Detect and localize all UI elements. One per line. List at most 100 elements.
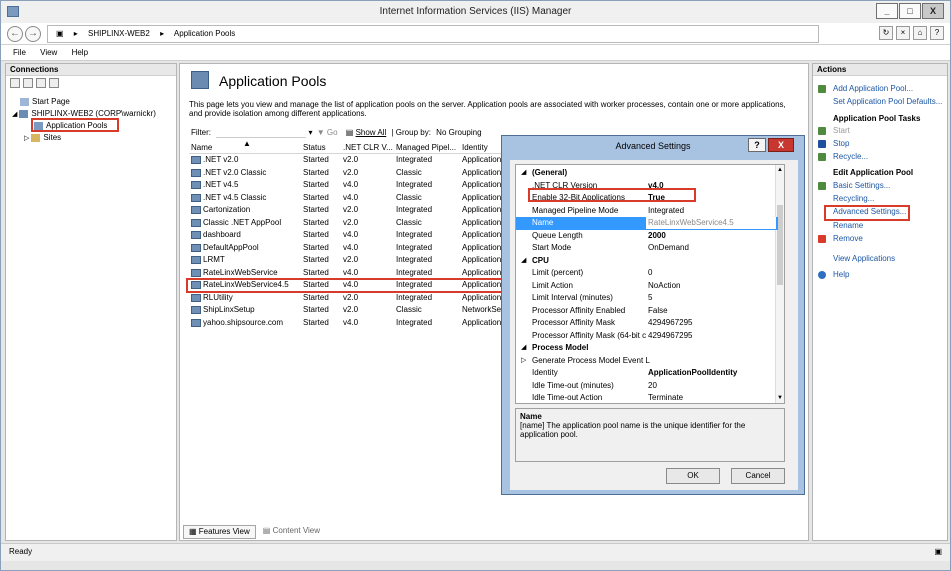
table-row[interactable]: dashboard Started v4.0 Integrated Applicatio… <box>189 229 503 241</box>
property-row[interactable]: Start Mode OnDemand <box>516 242 778 255</box>
col-pipeline[interactable]: Managed Pipel... <box>396 143 456 152</box>
table-row[interactable]: Cartonization Started v2.0 Integrated Applic… <box>189 204 503 216</box>
tree-item-start-page[interactable]: Start Page <box>20 96 70 107</box>
property-value[interactable]: Terminate <box>648 392 683 403</box>
breadcrumb-server[interactable]: SHIPLINX-WEB2 <box>88 29 150 38</box>
dialog-close-button[interactable]: X <box>768 138 794 152</box>
filter-dropdown-icon[interactable]: ▾ <box>308 128 312 137</box>
collapse-icon[interactable]: ◢ <box>12 111 17 118</box>
col-clr-version[interactable]: .NET CLR V... <box>343 143 393 152</box>
group-by-select[interactable]: No Grouping <box>436 128 481 137</box>
property-row[interactable]: Idle Time-out (minutes) 20 <box>516 380 778 393</box>
action-start[interactable]: Start <box>833 126 850 135</box>
property-value[interactable]: NoAction <box>648 280 680 292</box>
action-help[interactable]: Help <box>833 270 849 279</box>
property-row[interactable]: ▷ Generate Process Model Event L <box>516 355 778 368</box>
refresh-icon[interactable]: ↻ <box>879 26 893 40</box>
maximize-button[interactable]: □ <box>899 3 921 19</box>
folder-icon[interactable] <box>36 78 46 88</box>
action-stop[interactable]: Stop <box>833 139 849 148</box>
action-add-application-pool[interactable]: Add Application Pool... <box>833 84 913 93</box>
property-row[interactable]: Limit (percent) 0 <box>516 267 778 280</box>
ok-button[interactable]: OK <box>666 468 720 484</box>
property-row[interactable]: Processor Affinity Enabled False <box>516 305 778 318</box>
action-remove[interactable]: Remove <box>833 234 863 243</box>
go-button[interactable]: ▼ Go <box>317 128 338 137</box>
property-row[interactable]: Processor Affinity Mask (64-bit c 4294967… <box>516 330 778 343</box>
table-row[interactable]: RLUtility Started v2.0 Integrated Applicatio… <box>189 292 503 304</box>
cancel-button[interactable]: Cancel <box>731 468 785 484</box>
minimize-button[interactable]: _ <box>876 3 898 19</box>
action-rename[interactable]: Rename <box>833 221 863 230</box>
action-basic-settings[interactable]: Basic Settings... <box>833 181 890 190</box>
table-row[interactable]: RateLinxWebService Started v4.0 Integrated A… <box>189 267 503 279</box>
property-row[interactable]: Processor Affinity Mask 4294967295 <box>516 317 778 330</box>
property-row[interactable]: Managed Pipeline Mode Integrated <box>516 205 778 218</box>
property-row[interactable]: Queue Length 2000 <box>516 230 778 243</box>
dialog-help-button[interactable]: ? <box>748 138 766 152</box>
table-row[interactable]: ShipLinxSetup Started v2.0 Classic NetworkSe <box>189 304 503 316</box>
action-set-application-pool-defaults[interactable]: Set Application Pool Defaults... <box>833 97 942 106</box>
property-value[interactable]: RateLinxWebService4.5 <box>646 217 776 229</box>
stop-icon[interactable]: × <box>896 26 910 40</box>
table-row[interactable]: .NET v2.0 Classic Started v2.0 Classic Appli… <box>189 167 503 179</box>
collapse-icon[interactable]: ◢ <box>521 255 526 267</box>
disconnect-icon[interactable] <box>49 78 59 88</box>
property-category[interactable]: ◢ CPU <box>516 255 778 268</box>
menu-help[interactable]: Help <box>72 48 88 57</box>
collapse-icon[interactable]: ◢ <box>521 167 526 179</box>
collapse-icon[interactable]: ◢ <box>521 342 526 354</box>
property-category[interactable]: ◢ (General) <box>516 167 778 180</box>
property-value[interactable]: 4294967295 <box>648 317 693 329</box>
table-row[interactable]: DefaultAppPool Started v4.0 Integrated Appli… <box>189 242 503 254</box>
property-row[interactable]: Limit Action NoAction <box>516 280 778 293</box>
table-row[interactable]: .NET v2.0 Started v2.0 Integrated Applicatio… <box>189 154 503 166</box>
breadcrumb[interactable]: ▣ ▸ SHIPLINX-WEB2 ▸ Application Pools <box>47 25 819 43</box>
property-value[interactable]: OnDemand <box>648 242 689 254</box>
expand-icon[interactable]: ▷ <box>521 355 526 367</box>
menu-view[interactable]: View <box>40 48 57 57</box>
property-value[interactable]: False <box>648 305 668 317</box>
property-value[interactable]: Integrated <box>648 205 684 217</box>
property-value[interactable]: ApplicationPoolIdentity <box>648 367 737 379</box>
expand-icon[interactable]: ▷ <box>24 135 29 142</box>
table-row[interactable]: .NET v4.5 Classic Started v4.0 Classic Appli… <box>189 192 503 204</box>
property-value[interactable]: 4294967295 <box>648 330 693 342</box>
table-row[interactable]: .NET v4.5 Started v4.0 Integrated Applicatio… <box>189 179 503 191</box>
back-arrow-icon[interactable]: ← <box>7 26 23 42</box>
tree-item-sites[interactable]: ▷ Sites <box>24 132 61 144</box>
menu-file[interactable]: File <box>13 48 26 57</box>
property-row[interactable]: Name RateLinxWebService4.5 <box>516 217 778 230</box>
close-window-button[interactable]: X <box>922 3 944 19</box>
property-row[interactable]: Limit Interval (minutes) 5 <box>516 292 778 305</box>
home-icon[interactable]: ⌂ <box>913 26 927 40</box>
tab-content-view[interactable]: ▤ Content View <box>258 525 325 539</box>
property-value[interactable]: 2000 <box>648 230 666 242</box>
action-recycling[interactable]: Recycling... <box>833 194 874 203</box>
table-cell: Started <box>303 292 329 302</box>
col-identity[interactable]: Identity <box>462 143 488 152</box>
save-icon[interactable] <box>23 78 33 88</box>
connect-icon[interactable] <box>10 78 20 88</box>
property-row[interactable]: Idle Time-out Action Terminate <box>516 392 778 403</box>
filter-input[interactable] <box>216 128 307 138</box>
table-row[interactable]: LRMT Started v2.0 Integrated Application <box>189 254 503 266</box>
table-row[interactable]: Classic .NET AppPool Started v2.0 Classic Ap… <box>189 217 503 229</box>
tab-features-view[interactable]: ▦ Features View <box>183 525 256 539</box>
col-status[interactable]: Status <box>303 143 326 152</box>
col-name[interactable]: Name <box>191 143 212 152</box>
table-cell: RLUtility <box>203 292 233 302</box>
action-view-applications[interactable]: View Applications <box>833 254 895 263</box>
property-value[interactable]: 0 <box>648 267 652 279</box>
show-all-button[interactable]: ▤ Show All <box>346 128 386 137</box>
property-category[interactable]: ◢ Process Model <box>516 342 778 355</box>
help-icon[interactable]: ? <box>930 26 944 40</box>
property-value[interactable]: 5 <box>648 292 652 304</box>
action-recycle[interactable]: Recycle... <box>833 152 868 161</box>
iis-manager-window: Internet Information Services (IIS) Mana… <box>0 0 951 571</box>
forward-arrow-icon[interactable]: → <box>25 26 41 42</box>
table-row[interactable]: yahoo.shipsource.com Started v4.0 Integrate… <box>189 317 503 329</box>
property-value[interactable]: 20 <box>648 380 657 392</box>
breadcrumb-app-pools[interactable]: Application Pools <box>174 29 235 38</box>
property-row[interactable]: Identity ApplicationPoolIdentity <box>516 367 778 380</box>
